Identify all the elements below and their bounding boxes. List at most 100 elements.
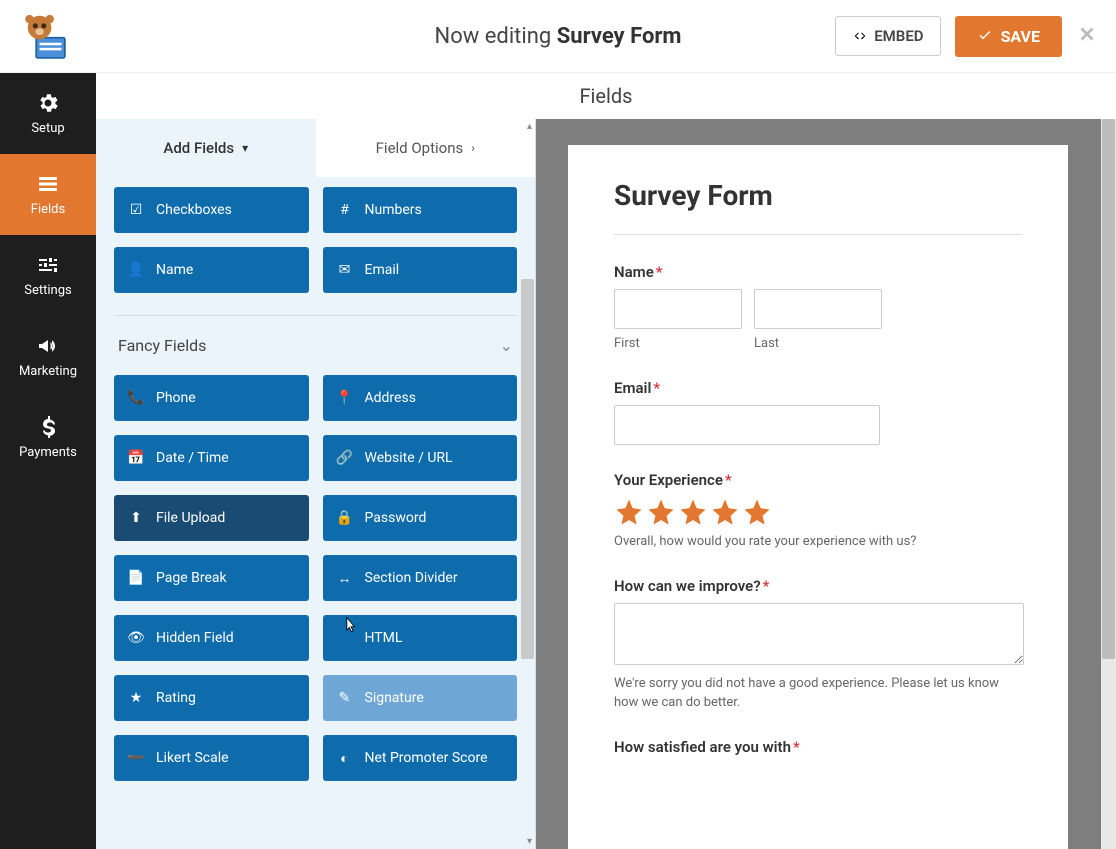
field-type-phone[interactable]: 📞 Phone bbox=[114, 375, 309, 421]
list-icon bbox=[36, 172, 60, 196]
field-type-label: Likert Scale bbox=[156, 750, 229, 766]
lock-icon: 🔒 bbox=[337, 510, 353, 526]
field-type-name[interactable]: 👤 Name bbox=[114, 247, 309, 293]
field-type-html[interactable]: HTML bbox=[323, 615, 518, 661]
eye-slash-icon: 👁 bbox=[128, 630, 144, 646]
form-preview-area: Survey Form Name* First Last Email* You bbox=[536, 119, 1116, 849]
close-icon[interactable] bbox=[1076, 23, 1098, 49]
field-name[interactable]: Name* First Last bbox=[614, 263, 1022, 353]
field-type-label: Net Promoter Score bbox=[365, 750, 488, 766]
sidenav-item-marketing[interactable]: Marketing bbox=[0, 316, 96, 397]
field-type-signature[interactable]: ✎Signature bbox=[323, 675, 518, 721]
field-type-likert-scale[interactable]: ➖ Likert Scale bbox=[114, 735, 309, 781]
copy-icon: 📄 bbox=[128, 570, 144, 586]
sidenav-item-fields[interactable]: Fields bbox=[0, 154, 96, 235]
tachometer-icon: ◐ bbox=[337, 750, 353, 767]
left-scrollbar[interactable]: ▴ ▾ bbox=[520, 119, 535, 849]
tab-add-fields[interactable]: Add Fields▾ bbox=[96, 119, 316, 177]
star-icon[interactable] bbox=[710, 497, 740, 527]
arrows-h-icon: ↔ bbox=[337, 570, 353, 587]
field-type-label: Hidden Field bbox=[156, 630, 234, 646]
center-header: Fields bbox=[96, 73, 1116, 119]
star-icon[interactable] bbox=[646, 497, 676, 527]
calendar-icon: 📅 bbox=[128, 450, 144, 466]
field-improve[interactable]: How can we improve?* We're sorry you did… bbox=[614, 577, 1022, 711]
scroll-up-arrow-icon[interactable]: ▴ bbox=[527, 121, 532, 132]
sidenav-item-setup[interactable]: Setup bbox=[0, 73, 96, 154]
tab-field-options[interactable]: Field Options› bbox=[316, 119, 536, 177]
field-type-website-url[interactable]: 🔗 Website / URL bbox=[323, 435, 518, 481]
field-satisfied[interactable]: How satisfied are you with* bbox=[614, 738, 1022, 756]
sidenav-label: Settings bbox=[24, 283, 71, 298]
field-type-numbers[interactable]: # Numbers bbox=[323, 187, 518, 233]
field-type-net-promoter-score[interactable]: ◐ Net Promoter Score bbox=[323, 735, 518, 781]
field-type-label: Page Break bbox=[156, 570, 227, 586]
embed-button[interactable]: EMBED bbox=[835, 16, 940, 56]
chevron-right-icon: › bbox=[471, 141, 475, 155]
check-icon bbox=[977, 28, 993, 44]
field-type-label: Date / Time bbox=[156, 450, 229, 466]
user-icon: 👤 bbox=[128, 262, 144, 278]
last-name-input[interactable] bbox=[754, 289, 882, 329]
check-square-icon: ☑ bbox=[128, 202, 144, 218]
star-icon[interactable] bbox=[742, 497, 772, 527]
field-email[interactable]: Email* bbox=[614, 379, 1022, 445]
app-logo bbox=[0, 0, 96, 73]
side-nav: SetupFields Settings Marketing Payments bbox=[0, 73, 96, 849]
gear-icon bbox=[36, 91, 60, 115]
phone-icon: 📞 bbox=[128, 390, 144, 406]
field-type-date-time[interactable]: 📅 Date / Time bbox=[114, 435, 309, 481]
link-icon: 🔗 bbox=[337, 450, 353, 466]
save-button[interactable]: SAVE bbox=[955, 16, 1062, 57]
field-type-label: Website / URL bbox=[365, 450, 453, 466]
field-type-label: Signature bbox=[365, 690, 424, 706]
editing-title: Now editing Survey Form bbox=[435, 24, 682, 49]
preview-scrollbar[interactable] bbox=[1101, 119, 1116, 849]
field-type-file-upload[interactable]: ⬆File Upload bbox=[114, 495, 309, 541]
upload-icon: ⬆ bbox=[128, 510, 144, 526]
field-type-label: Address bbox=[365, 390, 416, 406]
email-input[interactable] bbox=[614, 405, 880, 445]
field-type-checkboxes[interactable]: ☑ Checkboxes bbox=[114, 187, 309, 233]
hash-icon: # bbox=[337, 202, 353, 218]
field-type-label: Phone bbox=[156, 390, 196, 406]
map-pin-icon: 📍 bbox=[337, 390, 353, 406]
fancy-fields-section-header[interactable]: Fancy Fields ⌄ bbox=[114, 315, 517, 365]
improve-textarea[interactable] bbox=[614, 603, 1024, 665]
field-type-section-divider[interactable]: ↔Section Divider bbox=[323, 555, 518, 601]
form-title: Survey Form bbox=[614, 179, 1022, 235]
scroll-down-arrow-icon[interactable]: ▾ bbox=[527, 836, 532, 847]
field-type-password[interactable]: 🔒Password bbox=[323, 495, 518, 541]
sidenav-label: Marketing bbox=[19, 364, 77, 379]
first-name-input[interactable] bbox=[614, 289, 742, 329]
dollar-icon bbox=[36, 415, 60, 439]
top-bar: Now editing Survey Form EMBED SAVE bbox=[0, 0, 1116, 73]
sidenav-label: Payments bbox=[19, 445, 77, 460]
field-type-label: Checkboxes bbox=[156, 202, 232, 218]
preview-scrollbar-thumb[interactable] bbox=[1102, 119, 1115, 659]
field-type-hidden-field[interactable]: 👁 Hidden Field bbox=[114, 615, 309, 661]
star-icon[interactable] bbox=[678, 497, 708, 527]
field-type-rating[interactable]: ★Rating bbox=[114, 675, 309, 721]
field-type-label: Name bbox=[156, 262, 193, 278]
envelope-icon: ✉ bbox=[337, 262, 353, 278]
star-icon[interactable] bbox=[614, 497, 644, 527]
bullhorn-icon bbox=[36, 334, 60, 358]
field-type-label: Rating bbox=[156, 690, 196, 706]
code-icon bbox=[852, 28, 868, 44]
sidenav-item-settings[interactable]: Settings bbox=[0, 235, 96, 316]
field-type-address[interactable]: 📍 Address bbox=[323, 375, 518, 421]
left-scrollbar-thumb[interactable] bbox=[521, 279, 534, 659]
sliders-icon bbox=[36, 253, 60, 277]
form-card: Survey Form Name* First Last Email* You bbox=[568, 145, 1068, 849]
chevron-down-icon: ▾ bbox=[242, 141, 248, 155]
field-type-label: Email bbox=[365, 262, 400, 278]
field-type-label: Numbers bbox=[365, 202, 422, 218]
field-type-page-break[interactable]: 📄 Page Break bbox=[114, 555, 309, 601]
sidenav-item-payments[interactable]: Payments bbox=[0, 397, 96, 478]
field-type-email[interactable]: ✉ Email bbox=[323, 247, 518, 293]
fields-panel: Add Fields▾ Field Options› ☑ Checkboxes # N… bbox=[96, 119, 536, 849]
minus-icon: ➖ bbox=[128, 750, 144, 766]
field-type-label: HTML bbox=[365, 630, 403, 646]
field-experience[interactable]: Your Experience* Overall, how would you … bbox=[614, 471, 1022, 551]
